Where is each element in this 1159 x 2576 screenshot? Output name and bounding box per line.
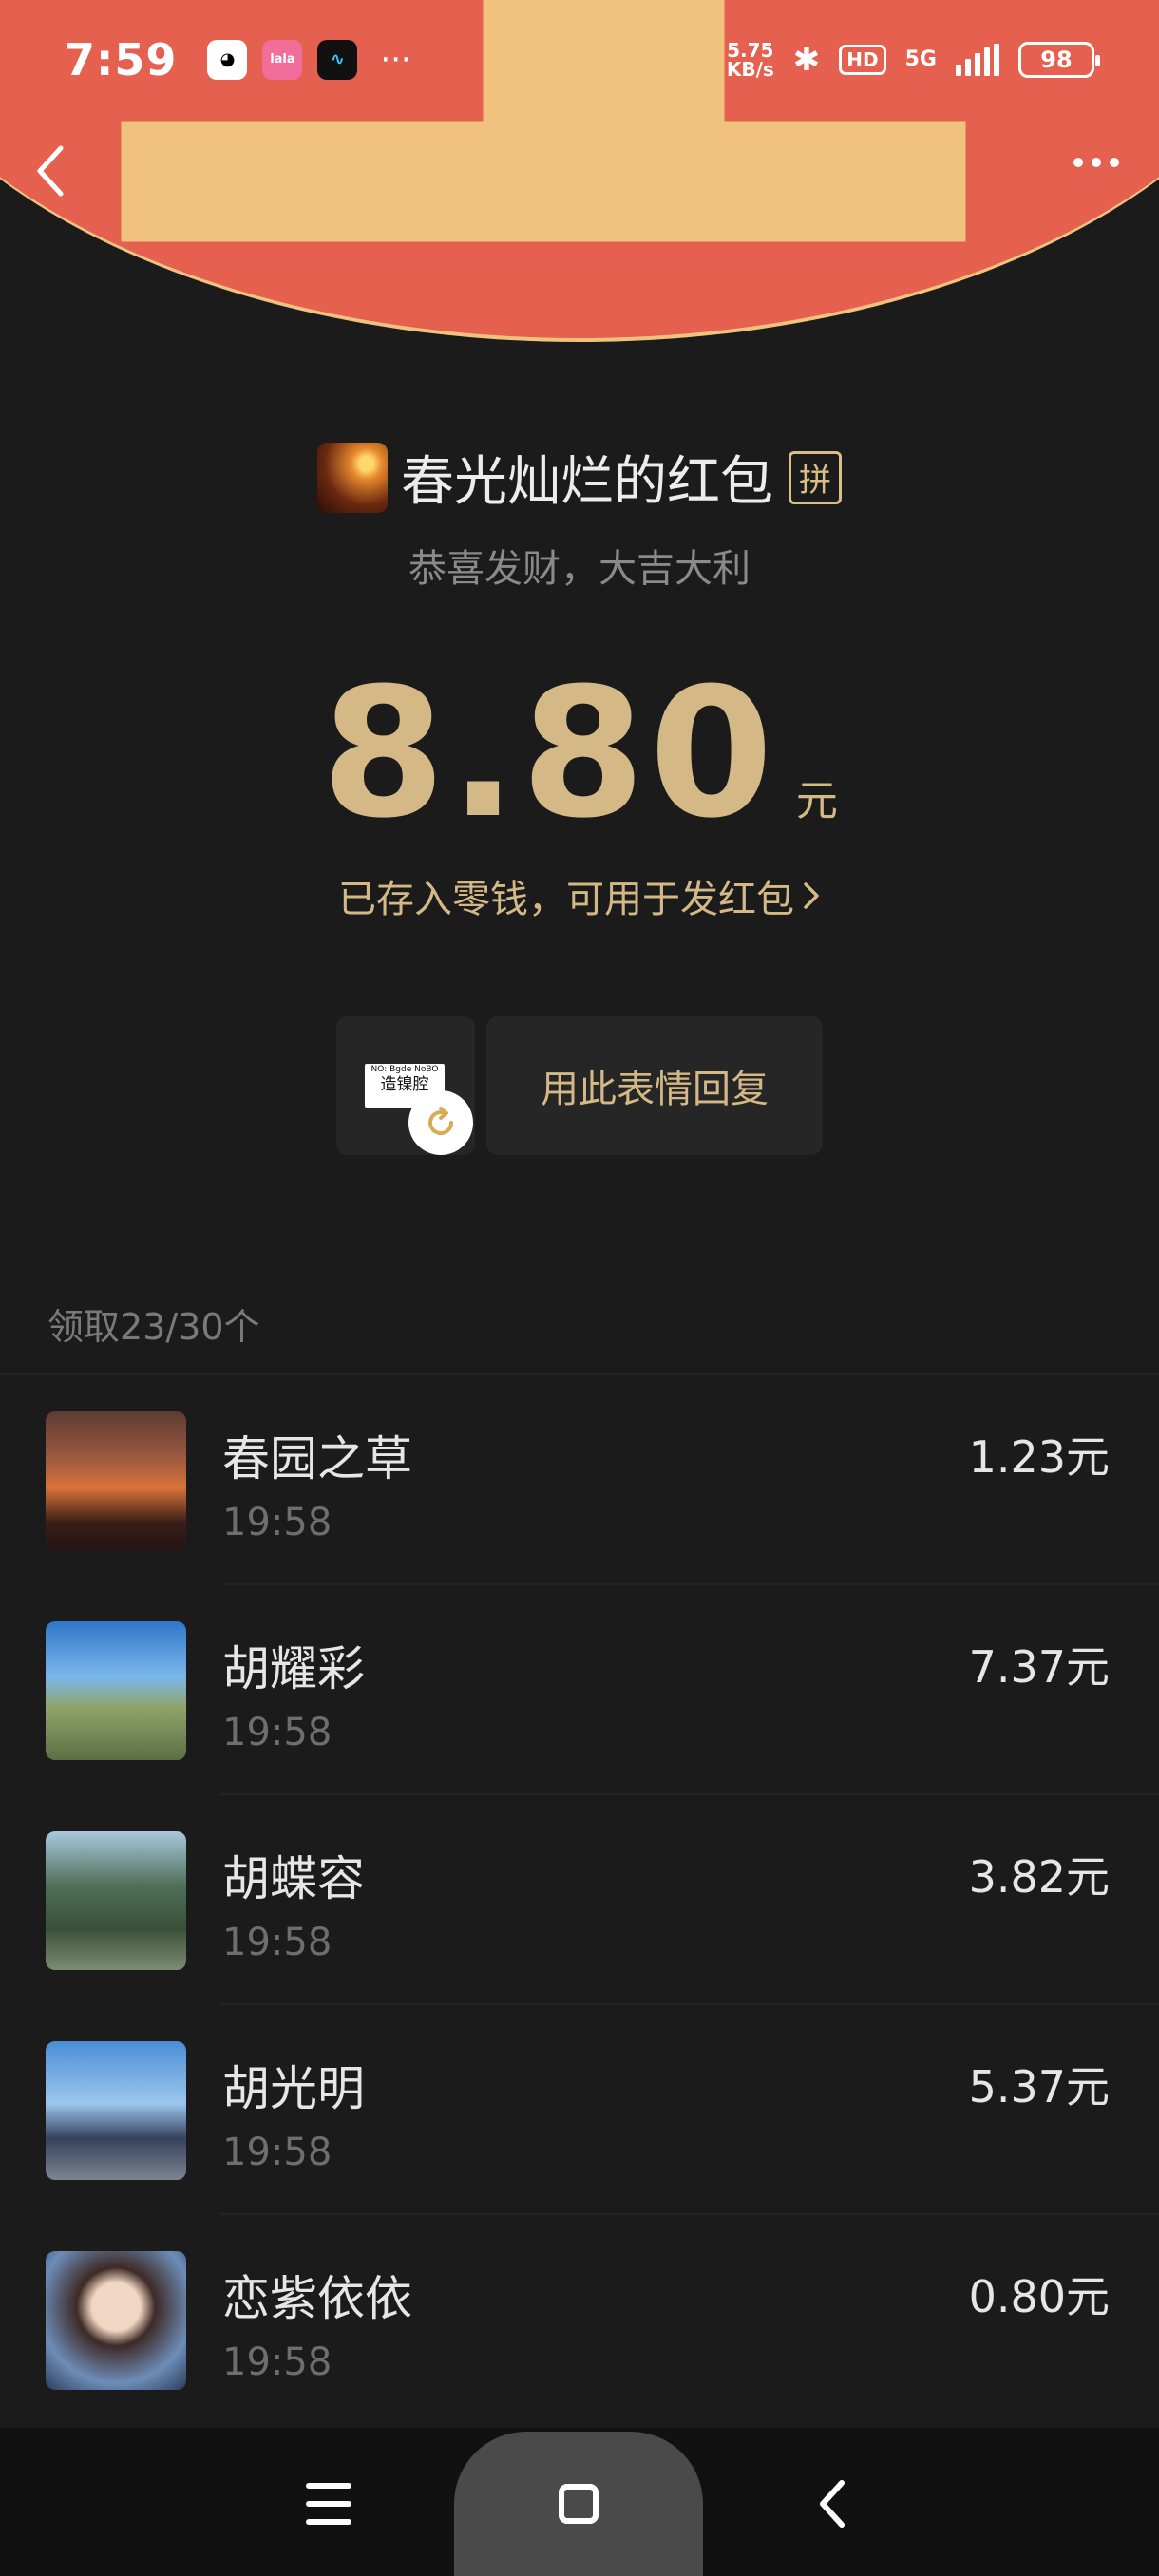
battery-level: 98 (1040, 46, 1073, 73)
avatar[interactable] (46, 2251, 186, 2390)
avatar[interactable] (46, 1411, 186, 1550)
more-options-icon[interactable] (1074, 158, 1119, 167)
status-time: 7:59 (65, 33, 178, 85)
claim-time: 19:58 (222, 2340, 332, 2384)
claim-amount: 0.80元 (968, 2271, 1110, 2322)
packet-title: 春光灿烂的红包 (401, 451, 773, 513)
recipient-name: 春园之草 (222, 1431, 412, 1487)
claim-amount: 3.82元 (968, 1851, 1110, 1903)
sender-avatar[interactable] (317, 442, 388, 513)
recipient-name: 胡光明 (222, 2061, 365, 2116)
home-icon (559, 2484, 598, 2524)
network-speed-value: 5.75 (727, 38, 774, 62)
status-bar: 7:59 ◕ lala ∿ ··· 5.75 KB/s ✱ HD 5G 98 (0, 0, 1159, 119)
sticker-small-text: NO: Bgde NoBO (370, 1065, 439, 1074)
qq-app-icon: ◕ (207, 39, 248, 80)
list-item[interactable]: 胡光明 19:58 5.37元 (0, 2005, 1159, 2215)
claim-amount: 5.37元 (968, 2061, 1110, 2112)
list-item[interactable]: 胡耀彩 19:58 7.37元 (0, 1585, 1159, 1795)
claim-time: 19:58 (222, 2131, 332, 2174)
claim-time: 19:58 (222, 1501, 332, 1544)
claim-time: 19:58 (222, 1711, 332, 1754)
pink-app-icon: lala (262, 39, 303, 80)
menu-icon[interactable] (306, 2483, 352, 2525)
system-back-icon[interactable] (813, 2475, 851, 2532)
list-item[interactable]: 恋紫依依 19:58 0.80元 (0, 2215, 1159, 2425)
network-speed-unit: KB/s (726, 57, 774, 81)
network-type: 5G (904, 47, 937, 71)
sticker-preview[interactable]: NO: Bgde NoBO 造镍腔 (336, 1016, 475, 1155)
recipient-name: 胡蝶容 (222, 1851, 365, 1906)
claimed-count: 领取23/30个 (48, 1306, 260, 1348)
chevron-right-icon (804, 882, 819, 909)
recipient-name: 胡耀彩 (222, 1641, 365, 1696)
avatar[interactable] (46, 2041, 186, 2180)
stored-to-change-link[interactable]: 已存入零钱，可用于发红包 (0, 868, 1159, 923)
refresh-sticker-button[interactable] (408, 1090, 473, 1155)
back-arrow-icon[interactable] (32, 142, 70, 199)
network-speed: 5.75 KB/s (727, 41, 774, 79)
claim-amount: 7.37元 (968, 1641, 1110, 1693)
claim-time: 19:58 (222, 1921, 332, 1964)
amount-value: 8.80 (321, 650, 777, 858)
list-item[interactable]: 胡蝶容 19:58 3.82元 (0, 1795, 1159, 2005)
bluetooth-icon: ✱ (792, 40, 821, 79)
red-packet-detail-page: 7:59 ◕ lala ∿ ··· 5.75 KB/s ✱ HD 5G 98 春… (0, 0, 1159, 2576)
list-item[interactable]: 春园之草 19:58 1.23元 (0, 1375, 1159, 1585)
recipient-list: 春园之草 19:58 1.23元 胡耀彩 19:58 7.37元 胡蝶容 19:… (0, 1375, 1159, 2425)
stored-note: 已存入零钱，可用于发红包 (338, 878, 794, 921)
blessing-message: 恭喜发财，大吉大利 (408, 547, 750, 591)
hd-icon: HD (839, 44, 886, 75)
avatar[interactable] (46, 1621, 186, 1760)
waveform-app-icon: ∿ (317, 39, 358, 80)
refresh-icon (428, 1107, 454, 1135)
claim-amount: 1.23元 (968, 1431, 1110, 1483)
battery-icon: 98 (1018, 41, 1100, 78)
packet-title-row: 春光灿烂的红包 拼 (0, 439, 1159, 516)
reply-with-sticker-button[interactable]: 用此表情回复 (486, 1016, 823, 1155)
group-packet-badge: 拼 (788, 450, 842, 504)
sticker-text: 造镍腔 (380, 1075, 429, 1094)
more-notifications-icon: ··· (380, 40, 411, 79)
received-amount: 8.80 元 (0, 665, 1159, 843)
avatar[interactable] (46, 1831, 186, 1970)
recipient-name: 恋紫依依 (222, 2271, 412, 2326)
signal-icon (956, 43, 999, 76)
amount-unit: 元 (795, 777, 838, 825)
